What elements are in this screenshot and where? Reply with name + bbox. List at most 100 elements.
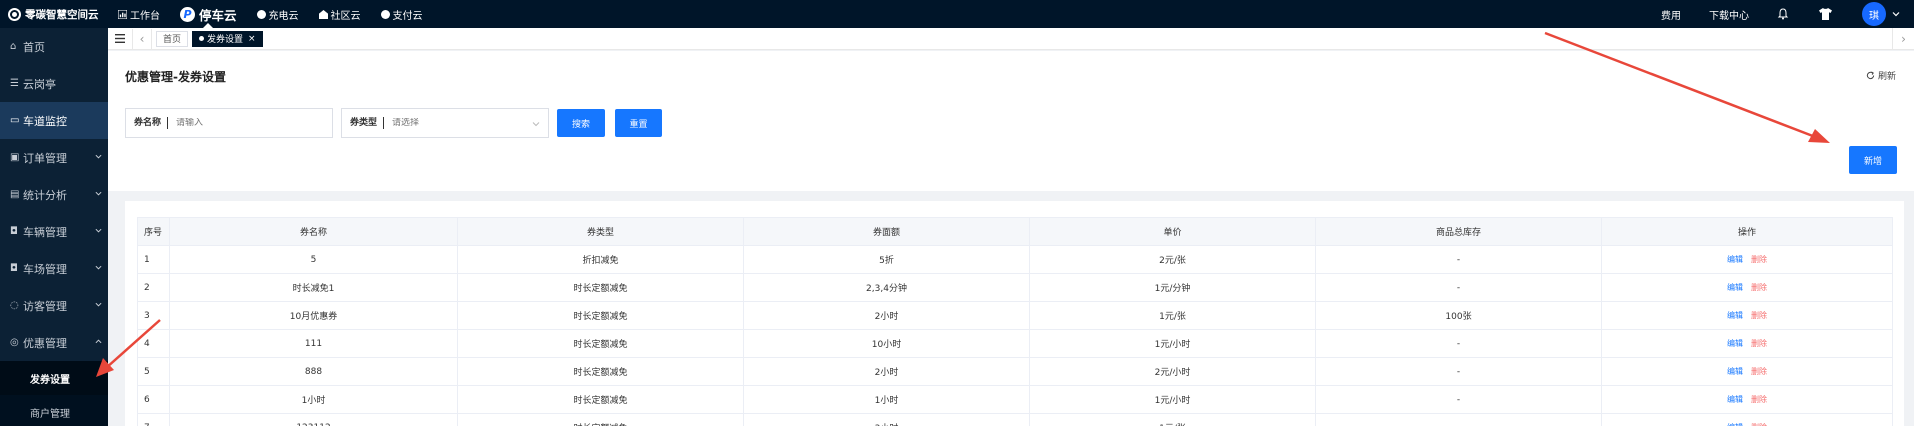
edit-link[interactable]: 编辑 [1727, 395, 1743, 404]
edit-link[interactable]: 编辑 [1727, 283, 1743, 292]
cell-face-value: 2小时 [743, 301, 1030, 330]
coupon-type-select[interactable] [384, 118, 495, 128]
nav-charging-cloud[interactable]: 充电云 [247, 0, 309, 28]
cell-type: 时长定额减免 [457, 301, 744, 330]
cell-face-value: 2小时 [743, 357, 1030, 386]
nav-community-cloud[interactable]: 社区云 [309, 0, 371, 28]
sidebar-subitem-coupon-settings[interactable]: 发券设置 [0, 361, 108, 395]
active-dot-icon [199, 36, 205, 41]
cell-unit-price: 1元/小时 [1029, 385, 1316, 414]
refresh-button[interactable]: 刷新 [1866, 69, 1896, 82]
bell-icon[interactable] [1777, 8, 1789, 20]
table-header-row: 序号 券名称 券类型 券面额 单价 商品总库存 操作 [137, 217, 1893, 246]
col-header-unit-price: 单价 [1029, 217, 1316, 246]
chevron-left-icon: ‹ [139, 31, 145, 46]
coupon-type-label: 券类型 [342, 117, 385, 129]
delete-link[interactable]: 删除 [1751, 367, 1767, 376]
booth-icon: ☰ [10, 78, 19, 89]
sidebar-item-cloud-booth[interactable]: ☰ 云岗亭 [0, 65, 108, 102]
lot-icon: ◘ [10, 263, 18, 274]
tab-home[interactable]: 首页 [156, 30, 189, 47]
sidebar-item-vehicles[interactable]: ◘ 车辆管理 [0, 213, 108, 250]
parking-p-icon: P [180, 6, 195, 22]
edit-link[interactable]: 编辑 [1727, 367, 1743, 376]
sidebar-item-parking-lots[interactable]: ◘ 车场管理 [0, 250, 108, 287]
cell-unit-price: 1元/张 [1029, 301, 1316, 330]
col-header-actions: 操作 [1601, 217, 1893, 246]
close-icon[interactable]: × [248, 34, 256, 44]
theme-shirt-icon[interactable] [1819, 8, 1832, 20]
sidebar-subitem-merchants[interactable]: 商户管理 [0, 395, 108, 426]
menu-toggle[interactable] [108, 34, 132, 43]
cell-name: 111 [169, 329, 458, 358]
hamburger-icon [115, 34, 125, 43]
cell-unit-price: 2元/小时 [1029, 357, 1316, 386]
nav-workbench[interactable]: 工作台 [108, 0, 170, 28]
sidebar-item-statistics[interactable]: ▤ 统计分析 [0, 176, 108, 213]
delete-link[interactable]: 删除 [1751, 339, 1767, 348]
coupon-table: 序号 券名称 券类型 券面额 单价 商品总库存 操作 1 5 折扣减免 5折 2元/张 -… [137, 217, 1893, 426]
chevron-down-icon [532, 122, 540, 127]
cell-face-value: 3小时 [743, 413, 1030, 426]
sidebar-item-visitors[interactable]: ◌ 访客管理 [0, 287, 108, 324]
tab-scroll-right[interactable]: › [1892, 28, 1914, 50]
cell-index: 3 [137, 301, 170, 330]
nav-pay-cloud[interactable]: 支付云 [371, 0, 433, 28]
cell-index: 5 [137, 357, 170, 386]
cell-stock: - [1315, 245, 1602, 274]
sidebar-item-discounts[interactable]: ◎ 优惠管理 [0, 324, 108, 361]
delete-link[interactable]: 删除 [1751, 311, 1767, 320]
cell-stock: - [1315, 329, 1602, 358]
tab-strip: ‹ 首页 发券设置 × › [108, 28, 1914, 50]
chevron-down-icon [95, 302, 102, 307]
download-center-link[interactable]: 下载中心 [1695, 7, 1763, 22]
cell-type: 折扣减免 [457, 245, 744, 274]
cell-name: 10月优惠券 [169, 301, 458, 330]
brand[interactable]: 零碳智慧空间云 [0, 7, 108, 22]
delete-link[interactable]: 删除 [1751, 395, 1767, 404]
cell-actions: 编辑删除 [1601, 301, 1893, 330]
search-button[interactable]: 搜索 [557, 109, 605, 137]
tab-coupon-settings[interactable]: 发券设置 × [192, 30, 263, 47]
cell-face-value: 5折 [743, 245, 1030, 274]
cell-actions: 编辑删除 [1601, 329, 1893, 358]
cell-stock: 100张 [1315, 301, 1602, 330]
edit-link[interactable]: 编辑 [1727, 255, 1743, 264]
user-avatar[interactable]: 琪 [1862, 2, 1886, 26]
cell-name: 时长减免1 [169, 273, 458, 302]
topbar-right: 费用 下载中心 琪 [1647, 0, 1914, 28]
edit-link[interactable]: 编辑 [1727, 339, 1743, 348]
chevron-down-icon [95, 191, 102, 196]
refresh-icon [1866, 71, 1875, 80]
reset-button[interactable]: 重置 [615, 109, 662, 137]
cell-index: 1 [137, 245, 170, 274]
charge-icon [256, 9, 266, 19]
sidebar-item-lane-monitor[interactable]: ▭ 车道监控 [0, 102, 108, 139]
cell-actions: 编辑删除 [1601, 245, 1893, 274]
stats-icon: ▤ [10, 189, 20, 200]
sidebar-item-home[interactable]: ⌂ 首页 [0, 28, 108, 65]
delete-link[interactable]: 删除 [1751, 283, 1767, 292]
cell-index: 6 [137, 385, 170, 414]
cell-type: 时长定额减免 [457, 329, 744, 358]
add-button[interactable]: 新增 [1849, 146, 1897, 174]
order-icon: ▣ [10, 152, 20, 163]
chevron-down-icon[interactable] [1892, 10, 1900, 18]
page-title: 优惠管理-发券设置 [125, 70, 226, 84]
visitor-icon: ◌ [10, 300, 19, 311]
car-icon: ◘ [10, 226, 18, 237]
coupon-name-input[interactable] [168, 118, 279, 128]
fee-link[interactable]: 费用 [1647, 7, 1695, 22]
table-row: 7123112时长定额减免3小时1元/张-编辑删除 [137, 413, 1893, 426]
nav-parking-cloud[interactable]: P 停车云 [170, 0, 247, 28]
edit-link[interactable]: 编辑 [1727, 311, 1743, 320]
cell-type: 时长定额减免 [457, 385, 744, 414]
cell-type: 时长定额减免 [457, 273, 744, 302]
coupon-type-filter: 券类型 [341, 108, 549, 138]
cell-type: 时长定额减免 [457, 357, 744, 386]
col-header-name: 券名称 [169, 217, 458, 246]
sidebar-item-orders[interactable]: ▣ 订单管理 [0, 139, 108, 176]
cell-name: 888 [169, 357, 458, 386]
tab-scroll-left[interactable]: ‹ [132, 28, 152, 49]
delete-link[interactable]: 删除 [1751, 255, 1767, 264]
